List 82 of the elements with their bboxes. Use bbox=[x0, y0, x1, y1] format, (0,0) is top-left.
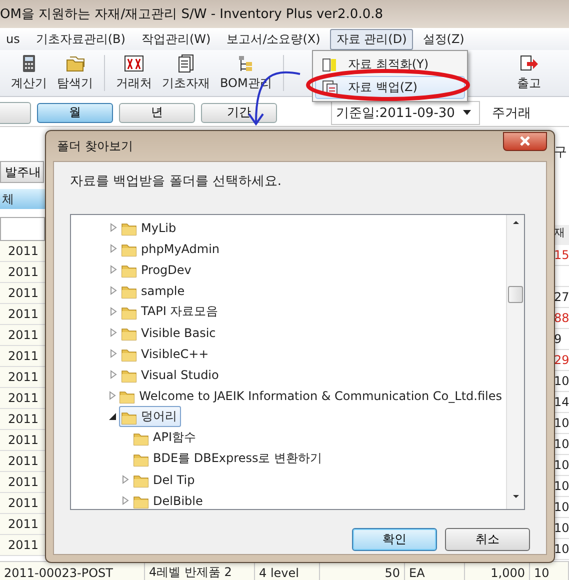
panel-tab[interactable]: 체 bbox=[0, 189, 45, 209]
tree-item[interactable]: phpMyAdmin bbox=[119, 238, 224, 259]
dialog-prompt: 자료를 백업받을 폴더를 선택하세요. bbox=[70, 173, 283, 191]
column-label: 구 bbox=[554, 144, 568, 162]
vendor-label: 주거래 bbox=[492, 104, 531, 122]
period-button[interactable] bbox=[0, 102, 31, 124]
expand-arrow-icon[interactable] bbox=[108, 391, 116, 400]
toolbar-button[interactable]: 탐색기 bbox=[52, 52, 98, 94]
ok-button[interactable]: 확인 bbox=[352, 528, 437, 551]
table-cell: 2011 bbox=[0, 451, 45, 472]
menu-item[interactable]: 작업관리(W) bbox=[135, 28, 217, 50]
menu-item[interactable]: 보고서/소요량(X) bbox=[220, 28, 326, 50]
table-cell: 2011 bbox=[0, 472, 45, 493]
close-button[interactable] bbox=[503, 132, 547, 150]
period-button[interactable]: 월 bbox=[37, 102, 113, 122]
window-title: OM을 지원하는 자재/재고관리 S/W - Inventory Plus ver2.0.0.8 bbox=[0, 0, 569, 28]
table-cell: 2011 bbox=[0, 304, 45, 325]
close-icon bbox=[519, 135, 531, 147]
cancel-button[interactable]: 취소 bbox=[445, 528, 530, 551]
tree-item[interactable]: TAPI 자료모음 bbox=[119, 301, 222, 322]
toolbar-button[interactable]: 거래처 bbox=[111, 52, 157, 94]
dropdown-arrow-icon bbox=[462, 110, 471, 115]
table-cell: 2011 bbox=[0, 493, 45, 514]
tree-item[interactable]: BDE를 DBExpress로 변환하기 bbox=[131, 448, 326, 469]
tree-item[interactable]: VisibleC++ bbox=[119, 343, 213, 364]
table-cell: 2011 bbox=[0, 388, 45, 409]
tree-item[interactable]: Del Tip bbox=[131, 469, 199, 490]
collapse-arrow-icon[interactable] bbox=[109, 412, 117, 421]
menu-item[interactable]: 설정(Z) bbox=[416, 28, 470, 50]
table-cell: 2011 bbox=[0, 241, 45, 262]
tree-item[interactable]: DelBible bbox=[131, 490, 207, 509]
documents-icon bbox=[176, 54, 196, 73]
table-cell: 2011 bbox=[0, 409, 45, 430]
tree-item[interactable]: MyLib bbox=[119, 217, 180, 238]
expand-arrow-icon[interactable] bbox=[121, 496, 129, 505]
expand-arrow-icon[interactable] bbox=[109, 370, 117, 379]
grid-header bbox=[0, 217, 45, 241]
period-button[interactable]: 년 bbox=[119, 102, 195, 122]
tree-item[interactable]: 덩어리 bbox=[119, 406, 181, 427]
table-cell: 2011 bbox=[0, 283, 45, 304]
table-cell: 2011 bbox=[0, 430, 45, 451]
scroll-down-icon bbox=[512, 494, 520, 499]
tree-item[interactable]: sample bbox=[119, 280, 189, 301]
tree-item[interactable]: Visual Studio bbox=[119, 364, 223, 385]
table-cell: 2011 bbox=[0, 346, 45, 367]
tree-item[interactable]: API함수 bbox=[131, 427, 200, 448]
order-button[interactable]: 발주내 bbox=[0, 161, 44, 183]
toolbar-button[interactable]: 계산기 bbox=[6, 52, 52, 94]
tree-item[interactable]: ProgDev bbox=[119, 259, 196, 280]
column-header: 재 bbox=[554, 225, 569, 245]
menu-item[interactable]: us bbox=[0, 30, 26, 48]
tree-item[interactable]: Welcome to JAEIK Information & Communication Co_Ltd.files bbox=[117, 385, 506, 406]
toolbar-button[interactable]: 기초자재 bbox=[157, 52, 215, 94]
table-cell: 2011 bbox=[0, 325, 45, 346]
expand-arrow-icon[interactable] bbox=[109, 223, 117, 232]
expand-arrow-icon[interactable] bbox=[109, 307, 117, 316]
backup-icon bbox=[322, 80, 338, 96]
expand-arrow-icon[interactable] bbox=[109, 286, 117, 295]
scrollbar[interactable] bbox=[506, 215, 524, 509]
expand-arrow-icon[interactable] bbox=[121, 475, 129, 484]
table-cell: 2011 bbox=[0, 262, 45, 283]
menu-item[interactable]: 자료 최적화(Y) bbox=[315, 53, 465, 76]
expand-arrow-icon[interactable] bbox=[109, 349, 117, 358]
export-icon bbox=[518, 54, 539, 73]
folders-icon bbox=[65, 54, 85, 73]
dialog-title: 폴더 찾아보기 bbox=[57, 138, 133, 154]
calculator-icon bbox=[20, 54, 38, 73]
expand-arrow-icon[interactable] bbox=[109, 265, 117, 274]
period-button[interactable]: 기간 bbox=[201, 102, 277, 122]
table-cell: 2011 bbox=[0, 367, 45, 388]
menu-item[interactable]: 자료 관리(D) bbox=[330, 28, 413, 50]
scroll-up-icon bbox=[512, 220, 520, 225]
menu-item[interactable]: 기초자료관리(B) bbox=[30, 28, 132, 50]
tree-structure-icon bbox=[236, 54, 255, 73]
scrollbar-thumb[interactable] bbox=[508, 286, 523, 303]
table-cell: 2011 bbox=[0, 514, 45, 535]
expand-arrow-icon[interactable] bbox=[109, 244, 117, 253]
toolbar-button[interactable]: 출고 bbox=[512, 52, 546, 94]
tree-item[interactable]: Visible Basic bbox=[119, 322, 220, 343]
expand-arrow-icon[interactable] bbox=[109, 328, 117, 337]
date-dropdown[interactable]: 기준일:2011-09-30 bbox=[331, 100, 480, 124]
table-cell: 2011 bbox=[0, 535, 45, 556]
